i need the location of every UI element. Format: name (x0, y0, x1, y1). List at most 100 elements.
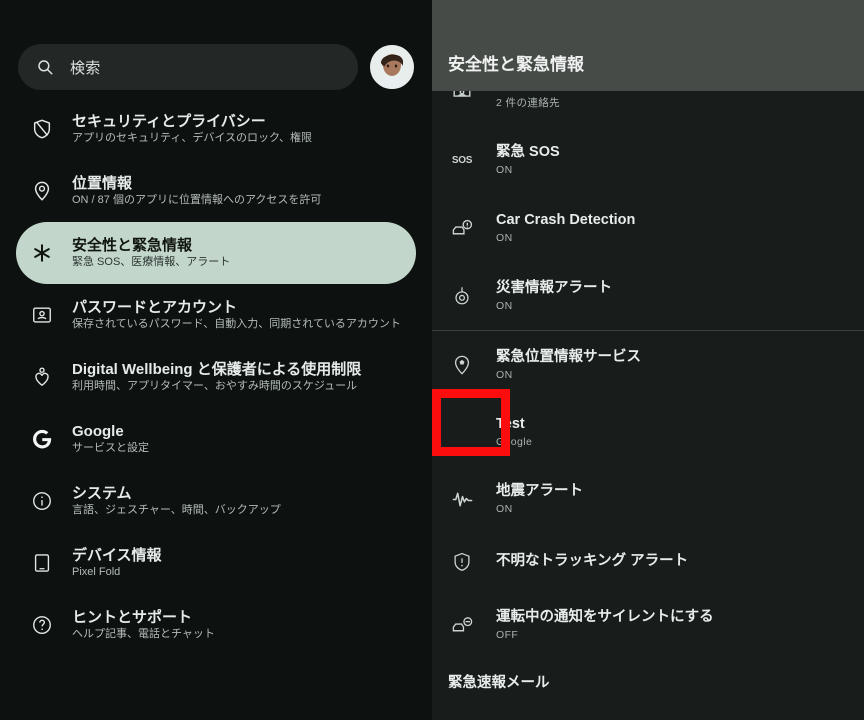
list-item-subtitle: ON (496, 163, 513, 176)
search-input[interactable]: 検索 (18, 44, 358, 90)
wellbeing-heart-icon (30, 365, 54, 389)
sidebar-item-passwords-accounts[interactable]: パスワードとアカウント 保存されているパスワード、自動入力、同期されているアカウ… (16, 284, 416, 346)
emergency-location-icon (448, 351, 476, 379)
sidebar-item-security-privacy[interactable]: セキュリティとプライバシー アプリのセキュリティ、デバイスのロック、権限 (16, 98, 416, 160)
sidebar-item-text: デバイス情報 Pixel Fold (72, 547, 162, 579)
list-item-text: 災害情報アラート ON (496, 280, 612, 313)
settings-screen: 検索 セキュリティとプライバシー アプリのセキュリティ、デバイスのロック、権限 … (0, 0, 864, 720)
sidebar-item-text: 安全性と緊急情報 緊急 SOS、医療情報、アラート (72, 237, 230, 269)
location-pin-icon (30, 179, 54, 203)
sidebar-item-device-info[interactable]: デバイス情報 Pixel Fold (16, 532, 416, 594)
list-item-subtitle: Google (496, 435, 533, 448)
sidebar-item-text: 位置情報 ON / 87 個のアプリに位置情報へのアクセスを許可 (72, 175, 321, 207)
sidebar-item-subtitle: 緊急 SOS、医療情報、アラート (72, 256, 231, 269)
placeholder-icon (448, 418, 476, 446)
list-item-emergency-contacts[interactable]: 2 件の連絡先 (432, 89, 864, 126)
list-item-text: 2 件の連絡先 (496, 97, 560, 110)
sidebar-item-subtitle: 保存されているパスワード、自動入力、同期されているアカウント (72, 318, 401, 331)
sidebar-item-title: Digital Wellbeing と保護者による使用制限 (72, 361, 362, 379)
sidebar-item-title: ヒントとサポート (72, 609, 193, 627)
sidebar-item-title: システム (72, 485, 132, 503)
list-item-earthquake-alerts[interactable]: 地震アラート ON (432, 465, 864, 533)
sidebar-item-location[interactable]: 位置情報 ON / 87 個のアプリに位置情報へのアクセスを許可 (16, 160, 416, 222)
unknown-tracker-icon (448, 548, 476, 576)
list-item-driving-silence[interactable]: 運転中の通知をサイレントにする OFF (432, 591, 864, 659)
list-item-title: 緊急位置情報サービス (496, 348, 641, 365)
sidebar-item-subtitle: Pixel Fold (72, 566, 121, 579)
sidebar-item-text: システム 言語、ジェスチャー、時間、バックアップ (72, 485, 281, 517)
list-item-title: 緊急 SOS (496, 143, 560, 160)
sos-icon: SOS (448, 146, 476, 174)
sidebar-item-subtitle: ON / 87 個のアプリに位置情報へのアクセスを許可 (72, 194, 322, 207)
car-crash-icon (448, 214, 476, 242)
list-item-text: 緊急位置情報サービス ON (496, 349, 641, 382)
list-item-text: 地震アラート ON (496, 483, 583, 516)
section-label: 緊急速報メール (448, 674, 550, 691)
sidebar-item-subtitle: 言語、ジェスチャー、時間、バックアップ (72, 504, 281, 517)
sidebar-item-text: ヒントとサポート ヘルプ記事、電話とチャット (72, 609, 215, 641)
list-item-title: 運転中の通知をサイレントにする (496, 608, 714, 625)
list-item-text: Car Crash Detection ON (496, 212, 635, 245)
help-question-icon (30, 613, 54, 637)
sidebar-item-title: 位置情報 (72, 175, 133, 193)
search-icon (36, 58, 54, 76)
sidebar-item-tips-support[interactable]: ヒントとサポート ヘルプ記事、電話とチャット (16, 594, 416, 656)
sidebar-item-system[interactable]: システム 言語、ジェスチャー、時間、バックアップ (16, 470, 416, 532)
passwords-accounts-icon (30, 303, 54, 327)
list-item-title: 地震アラート (496, 482, 583, 499)
sidebar-item-subtitle: アプリのセキュリティ、デバイスのロック、権限 (72, 132, 313, 145)
sidebar-nav-list: セキュリティとプライバシー アプリのセキュリティ、デバイスのロック、権限 位置情… (0, 98, 432, 656)
sidebar-item-subtitle: ヘルプ記事、電話とチャット (72, 628, 215, 641)
list-item-disaster-alert[interactable]: 災害情報アラート ON (432, 262, 864, 330)
list-item-text: 運転中の通知をサイレントにする OFF (496, 609, 714, 642)
sidebar-item-google[interactable]: Google サービスと設定 (16, 408, 416, 470)
google-g-icon (30, 427, 54, 451)
list-item-car-crash-detection[interactable]: Car Crash Detection ON (432, 194, 864, 262)
list-item-subtitle: OFF (496, 628, 519, 641)
sidebar-item-title: セキュリティとプライバシー (72, 113, 266, 131)
sidebar-item-title: デバイス情報 (72, 547, 162, 565)
list-item-test[interactable]: Test Google (432, 399, 864, 465)
list-item-text: 緊急 SOS ON (496, 144, 560, 177)
sidebar-item-text: パスワードとアカウント 保存されているパスワード、自動入力、同期されているアカウ… (72, 299, 401, 331)
tablet-device-icon (30, 551, 54, 575)
safety-emergency-detail-panel: 安全性と緊急情報 2 件の連絡先 SOS 緊急 SOS ON Car Crash… (432, 0, 864, 720)
sidebar-item-title: パスワードとアカウント (72, 299, 238, 317)
list-item-subtitle: ON (496, 231, 513, 244)
list-item-subtitle: ON (496, 368, 513, 381)
earthquake-alert-icon (448, 485, 476, 513)
sidebar-item-text: Google サービスと設定 (72, 423, 149, 455)
page-title: 安全性と緊急情報 (448, 55, 584, 74)
avatar[interactable] (370, 45, 414, 89)
list-item-text: 不明なトラッキング アラート (496, 553, 688, 570)
sidebar-item-subtitle: 利用時間、アプリタイマー、おやすみ時間のスケジュール (72, 380, 358, 393)
section-emergency-broadcast[interactable]: 緊急速報メール (432, 659, 864, 703)
sos-label: SOS (451, 154, 473, 166)
sidebar-item-safety-emergency[interactable]: 安全性と緊急情報 緊急 SOS、医療情報、アラート (16, 222, 416, 284)
sidebar-item-title: 安全性と緊急情報 (72, 237, 193, 255)
search-row: 検索 (0, 44, 432, 90)
list-item-emergency-location-service[interactable]: 緊急位置情報サービス ON (432, 331, 864, 399)
sidebar-item-text: Digital Wellbeing と保護者による使用制限 利用時間、アプリタイ… (72, 361, 361, 393)
info-circle-icon (30, 489, 54, 513)
sidebar-item-subtitle: サービスと設定 (72, 442, 149, 455)
disaster-alert-icon (448, 282, 476, 310)
search-placeholder: 検索 (70, 59, 101, 77)
list-item-title: 不明なトラッキング アラート (496, 553, 689, 570)
sidebar-item-title: Google (72, 423, 124, 441)
list-item-emergency-sos[interactable]: SOS 緊急 SOS ON (432, 126, 864, 194)
detail-header: 安全性と緊急情報 (432, 0, 864, 91)
list-item-text: Test Google (496, 416, 532, 449)
driving-silence-icon (448, 611, 476, 639)
list-item-subtitle: ON (496, 502, 513, 515)
settings-sidebar: 検索 セキュリティとプライバシー アプリのセキュリティ、デバイスのロック、権限 … (0, 0, 432, 720)
list-item-unknown-tracker-alerts[interactable]: 不明なトラッキング アラート (432, 533, 864, 591)
list-item-subtitle: 2 件の連絡先 (496, 97, 561, 109)
asterisk-safety-icon (30, 241, 54, 265)
list-item-title: Test (496, 415, 525, 432)
shield-privacy-icon (30, 117, 54, 141)
list-item-title: Car Crash Detection (496, 211, 636, 228)
sidebar-item-text: セキュリティとプライバシー アプリのセキュリティ、デバイスのロック、権限 (72, 113, 312, 145)
list-item-subtitle: ON (496, 299, 513, 312)
sidebar-item-digital-wellbeing[interactable]: Digital Wellbeing と保護者による使用制限 利用時間、アプリタイ… (16, 346, 416, 408)
